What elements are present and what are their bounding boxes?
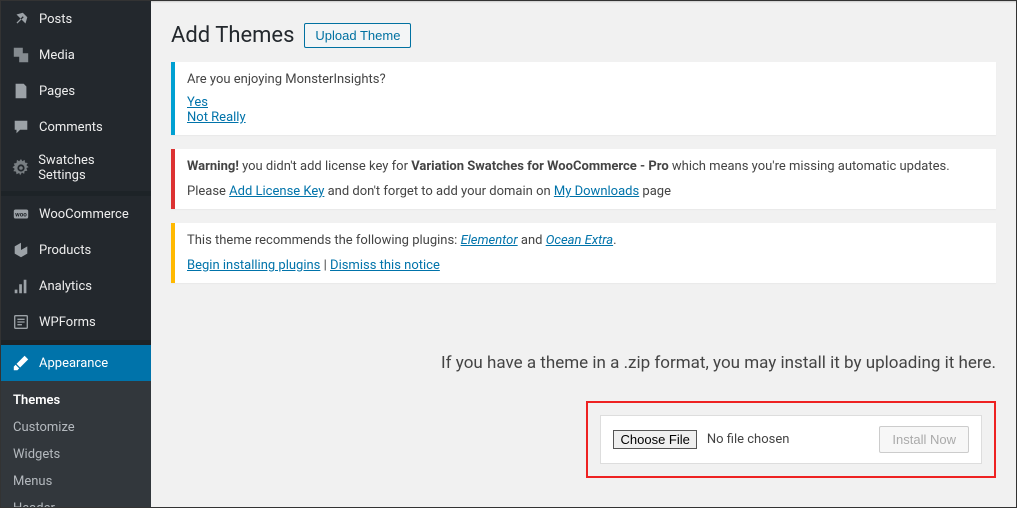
submenu-item-header[interactable]: Header bbox=[1, 495, 151, 507]
sidebar-item-comments[interactable]: Comments bbox=[1, 109, 151, 145]
sidebar-item-label: Pages bbox=[39, 84, 75, 99]
page-title: Add Themes bbox=[171, 23, 294, 48]
link-downloads[interactable]: My Downloads bbox=[554, 184, 639, 199]
shadow-decor bbox=[151, 1, 1016, 3]
sidebar-item-swatches[interactable]: Swatches Settings bbox=[1, 145, 151, 191]
notice-question: Are you enjoying MonsterInsights? bbox=[187, 72, 984, 87]
upload-instruction: If you have a theme in a .zip format, yo… bbox=[171, 353, 996, 373]
svg-text:woo: woo bbox=[15, 211, 27, 219]
sidebar-item-pages[interactable]: Pages bbox=[1, 73, 151, 109]
notice-text-2: Please Add License Key and don't forget … bbox=[187, 184, 984, 199]
pin-icon bbox=[11, 9, 31, 29]
sidebar-item-label: Posts bbox=[39, 12, 72, 27]
notice-plugins: This theme recommends the following plug… bbox=[171, 223, 996, 283]
page-icon bbox=[11, 81, 31, 101]
link-add-license[interactable]: Add License Key bbox=[229, 184, 324, 199]
upload-form: Choose File No file chosen Install Now bbox=[600, 415, 982, 464]
link-begin-install[interactable]: Begin installing plugins bbox=[187, 258, 320, 273]
sidebar-item-label: WPForms bbox=[39, 315, 96, 330]
sidebar-item-label: Media bbox=[39, 48, 75, 63]
admin-sidebar: Posts Media Pages Comments Swatches Sett… bbox=[1, 1, 151, 507]
upload-theme-button[interactable]: Upload Theme bbox=[304, 23, 411, 48]
page-header: Add Themes Upload Theme bbox=[171, 23, 996, 48]
notice-actions: Begin installing plugins | Dismiss this … bbox=[187, 258, 984, 273]
brush-icon bbox=[11, 353, 31, 373]
link-no[interactable]: Not Really bbox=[187, 110, 246, 125]
upload-highlight-box: Choose File No file chosen Install Now bbox=[586, 401, 996, 478]
notice-text: Warning! you didn't add license key for … bbox=[187, 159, 984, 174]
sidebar-item-label: Comments bbox=[39, 120, 103, 135]
choose-file-button[interactable]: Choose File bbox=[613, 430, 696, 449]
notice-text: This theme recommends the following plug… bbox=[187, 233, 984, 248]
notice-license: Warning! you didn't add license key for … bbox=[171, 149, 996, 209]
submenu-item-customize[interactable]: Customize bbox=[1, 414, 151, 441]
warning-label: Warning! bbox=[187, 159, 239, 174]
sidebar-item-analytics[interactable]: Analytics bbox=[1, 268, 151, 304]
sidebar-item-posts[interactable]: Posts bbox=[1, 1, 151, 37]
chart-icon bbox=[11, 276, 31, 296]
sidebar-item-woocommerce[interactable]: woo WooCommerce bbox=[1, 196, 151, 232]
sidebar-item-wpforms[interactable]: WPForms bbox=[1, 304, 151, 340]
comment-icon bbox=[11, 117, 31, 137]
file-status: No file chosen bbox=[707, 432, 790, 447]
gear-icon bbox=[11, 158, 30, 178]
product-name: Variation Swatches for WooCommerce - Pro bbox=[411, 159, 668, 174]
notice-monsterinsights: Are you enjoying MonsterInsights? Yes No… bbox=[171, 62, 996, 135]
upload-section: If you have a theme in a .zip format, yo… bbox=[171, 353, 996, 478]
sidebar-item-appearance[interactable]: Appearance bbox=[1, 345, 151, 381]
sidebar-item-label: Analytics bbox=[39, 279, 92, 294]
sidebar-item-label: Products bbox=[39, 243, 91, 258]
submenu-item-widgets[interactable]: Widgets bbox=[1, 441, 151, 468]
sidebar-item-label: Appearance bbox=[39, 356, 108, 371]
submenu-item-themes[interactable]: Themes bbox=[1, 387, 151, 414]
link-ocean-extra[interactable]: Ocean Extra bbox=[546, 233, 613, 248]
sidebar-item-media[interactable]: Media bbox=[1, 37, 151, 73]
sidebar-item-label: WooCommerce bbox=[39, 207, 129, 222]
media-icon bbox=[11, 45, 31, 65]
sidebar-item-label: Swatches Settings bbox=[38, 153, 141, 183]
appearance-submenu: Themes Customize Widgets Menus Header In… bbox=[1, 381, 151, 507]
cube-icon bbox=[11, 240, 31, 260]
install-now-button[interactable]: Install Now bbox=[879, 426, 969, 453]
link-yes[interactable]: Yes bbox=[187, 95, 208, 110]
sidebar-item-products[interactable]: Products bbox=[1, 232, 151, 268]
submenu-item-menus[interactable]: Menus bbox=[1, 468, 151, 495]
content-area: Add Themes Upload Theme Are you enjoying… bbox=[151, 1, 1016, 507]
woo-icon: woo bbox=[11, 204, 31, 224]
link-elementor[interactable]: Elementor bbox=[461, 233, 518, 248]
form-icon bbox=[11, 312, 31, 332]
link-dismiss[interactable]: Dismiss this notice bbox=[330, 258, 440, 273]
